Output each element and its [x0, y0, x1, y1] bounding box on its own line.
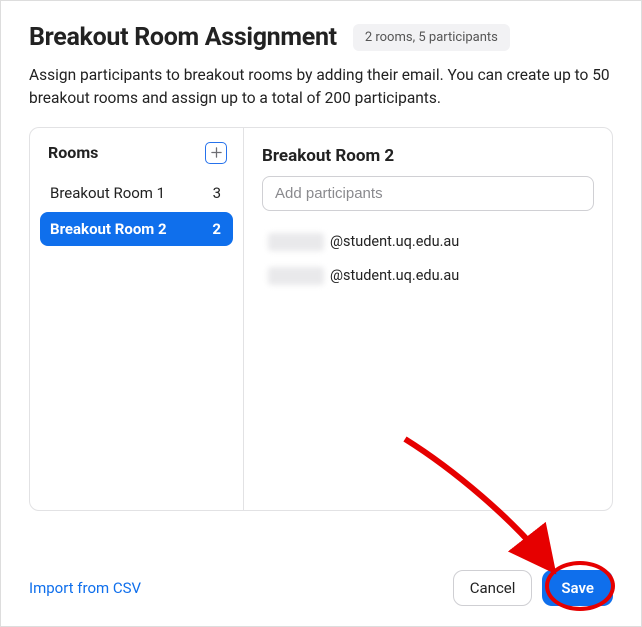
room-count: 3: [213, 184, 221, 202]
add-participants-input[interactable]: [262, 176, 594, 211]
cancel-button[interactable]: Cancel: [453, 570, 533, 606]
save-button[interactable]: Save: [542, 570, 613, 606]
room-item[interactable]: Breakout Room 2 2: [40, 212, 233, 246]
import-from-csv-link[interactable]: Import from CSV: [29, 579, 141, 597]
redacted-name: [268, 233, 324, 251]
plus-icon: [211, 147, 222, 158]
participant-row: @student.uq.edu.au: [262, 263, 594, 297]
footer-buttons: Cancel Save: [453, 570, 613, 606]
description: Assign participants to breakout rooms by…: [29, 64, 613, 111]
page-title: Breakout Room Assignment: [29, 23, 337, 52]
room-detail-title: Breakout Room 2: [262, 146, 594, 166]
room-name: Breakout Room 1: [50, 184, 165, 202]
room-detail-column: Breakout Room 2 @student.uq.edu.au @stud…: [244, 128, 612, 510]
room-item[interactable]: Breakout Room 1 3: [40, 176, 233, 210]
rooms-heading: Rooms: [48, 143, 98, 162]
rooms-header: Rooms: [40, 142, 233, 176]
rooms-column: Rooms Breakout Room 1 3 Breakout Room 2 …: [30, 128, 244, 510]
footer: Import from CSV Cancel Save: [29, 570, 613, 606]
room-name: Breakout Room 2: [50, 220, 167, 238]
add-room-button[interactable]: [205, 142, 227, 164]
summary-pill: 2 rooms, 5 participants: [353, 24, 510, 51]
breakout-room-modal: Breakout Room Assignment 2 rooms, 5 part…: [0, 0, 642, 627]
room-count: 2: [212, 220, 221, 238]
participant-row: @student.uq.edu.au: [262, 229, 594, 263]
participant-email-domain: @student.uq.edu.au: [330, 233, 459, 250]
assignment-panel: Rooms Breakout Room 1 3 Breakout Room 2 …: [29, 127, 613, 511]
participant-email-domain: @student.uq.edu.au: [330, 267, 459, 284]
header: Breakout Room Assignment 2 rooms, 5 part…: [29, 23, 613, 52]
redacted-name: [268, 267, 324, 285]
